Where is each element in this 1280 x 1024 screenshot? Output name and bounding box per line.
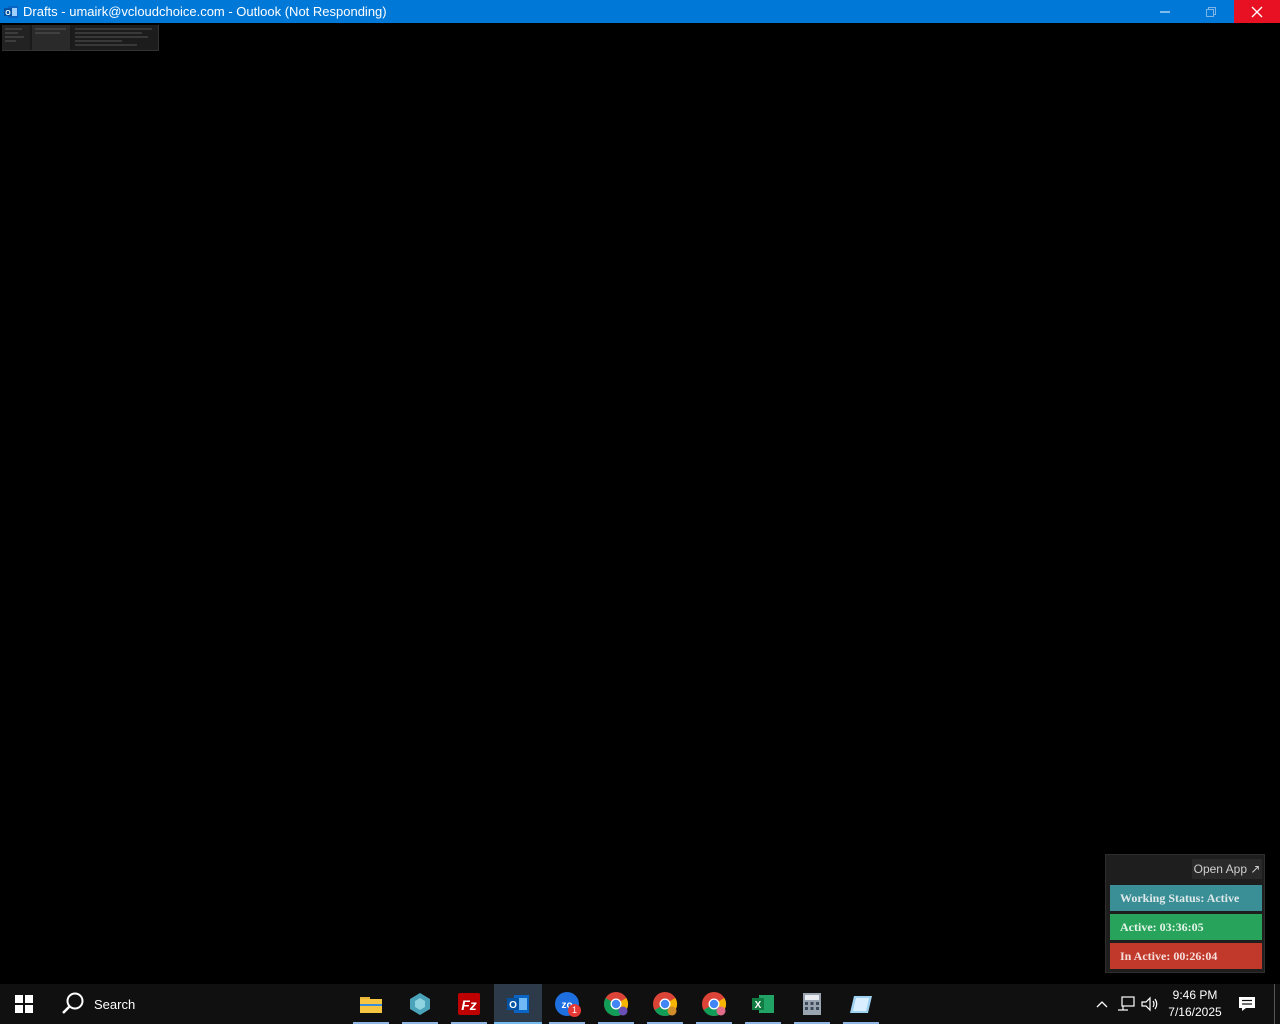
taskbar-chrome[interactable] — [592, 984, 640, 1024]
taskbar-file-explorer[interactable] — [347, 984, 395, 1024]
search-label: Search — [94, 996, 136, 1012]
taskbar-notepad[interactable] — [837, 984, 885, 1024]
outlook-icon: O — [507, 995, 529, 1013]
clock-time: 9:46 PM — [1172, 988, 1218, 1002]
restore-icon — [1206, 6, 1216, 17]
maximize-button[interactable] — [1188, 0, 1234, 23]
taskbar-clock[interactable]: 9:46 PM 7/16/2025 — [1162, 987, 1228, 1021]
working-status-badge: Working Status: Active — [1110, 885, 1262, 911]
taskbar-teal-app[interactable] — [396, 984, 444, 1024]
taskbar-zoho[interactable]: zo 1 — [543, 984, 591, 1024]
excel-icon: X — [752, 995, 774, 1013]
network-icon — [1118, 996, 1135, 1011]
minimize-icon — [1160, 11, 1170, 12]
taskbar-excel[interactable]: X — [739, 984, 787, 1024]
taskbar-search[interactable]: Search — [50, 984, 350, 1024]
svg-text:Fz: Fz — [461, 997, 477, 1013]
clock-date: 7/16/2025 — [1168, 1005, 1222, 1019]
chrome-profile-icon — [653, 992, 678, 1017]
show-desktop-button[interactable] — [1274, 984, 1280, 1024]
windows-icon — [15, 995, 33, 1013]
taskbar-filezilla[interactable]: Fz — [445, 984, 493, 1024]
file-explorer-icon — [360, 997, 382, 1013]
notepad-icon — [850, 996, 872, 1013]
svg-text:O: O — [509, 1000, 517, 1011]
close-icon — [1251, 6, 1263, 17]
open-app-button[interactable]: Open App ↗ — [1192, 859, 1262, 879]
taskbar: Search Fz O zo 1 X 9:46 PM 7/16/2025 — [0, 984, 1280, 1024]
show-hidden-icons-button[interactable] — [1092, 994, 1112, 1014]
close-button[interactable] — [1234, 0, 1280, 23]
chevron-up-icon — [1096, 1001, 1108, 1008]
svg-text:X: X — [755, 1000, 762, 1011]
outlook-icon: O — [3, 4, 19, 20]
frozen-window-content — [0, 23, 1280, 984]
inactive-time-badge: In Active: 00:26:04 — [1110, 943, 1262, 969]
app-icon-teal — [410, 993, 430, 1015]
active-time-badge: Active: 03:36:05 — [1110, 914, 1262, 940]
speaker-icon — [1141, 996, 1158, 1012]
svg-text:O: O — [5, 10, 11, 17]
taskbar-chrome-profile[interactable] — [641, 984, 689, 1024]
search-icon — [62, 992, 84, 1014]
volume-button[interactable] — [1140, 994, 1160, 1014]
time-tracker-widget: Open App ↗ Working Status: Active Active… — [1105, 854, 1265, 973]
frozen-outlook-thumbnail — [2, 25, 159, 51]
window-title-bar[interactable]: O Drafts - umairk@vcloudchoice.com - Out… — [0, 0, 1280, 23]
taskbar-outlook[interactable]: O — [494, 984, 542, 1024]
taskbar-calculator[interactable] — [788, 984, 836, 1024]
window-title: Drafts - umairk@vcloudchoice.com - Outlo… — [23, 4, 387, 19]
start-button[interactable] — [0, 984, 48, 1024]
notification-icon — [1239, 997, 1255, 1011]
calculator-icon — [803, 993, 821, 1015]
chrome-icon — [604, 992, 629, 1017]
minimize-button[interactable] — [1142, 0, 1188, 23]
chrome-profile-2-icon — [702, 992, 727, 1017]
action-center-button[interactable] — [1237, 994, 1257, 1014]
network-button[interactable] — [1116, 994, 1136, 1014]
notification-badge: 1 — [568, 1004, 581, 1017]
filezilla-icon: Fz — [458, 993, 480, 1015]
taskbar-chrome-profile-2[interactable] — [690, 984, 738, 1024]
